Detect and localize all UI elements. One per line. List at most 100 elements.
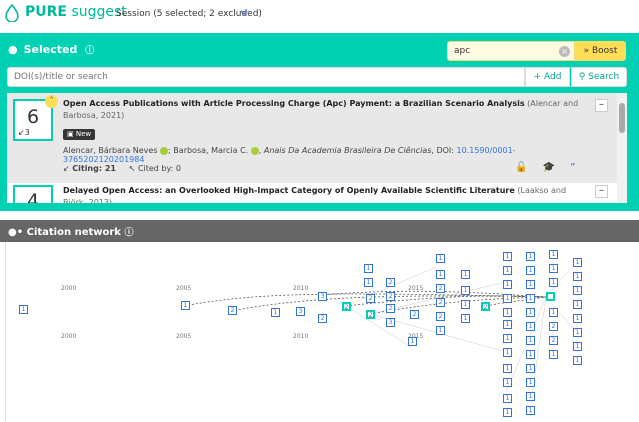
network-node[interactable]: 1 (573, 314, 582, 323)
network-node[interactable]: 2 (481, 302, 490, 311)
app-title: PURE suggest (25, 4, 127, 20)
network-node[interactable]: 1 (503, 334, 512, 343)
network-node[interactable]: 2 (342, 302, 351, 311)
network-node[interactable]: 2 (386, 278, 395, 287)
doi-search-input[interactable] (7, 67, 525, 87)
network-node[interactable]: 1 (503, 394, 512, 403)
network-node[interactable]: 1 (573, 258, 582, 267)
network-heading: ●• Citation network ⓘ (8, 225, 133, 238)
network-node[interactable]: 2 (549, 336, 558, 345)
orcid-icon[interactable] (250, 146, 259, 155)
network-node[interactable]: 1 (364, 278, 373, 287)
network-node[interactable]: 1 (271, 308, 280, 317)
network-node[interactable]: 2 (318, 314, 327, 323)
boost-button[interactable]: » Boost (575, 41, 626, 61)
network-node[interactable]: 1 (526, 294, 535, 303)
score-box: 4 (13, 185, 53, 203)
network-node[interactable]: 1 (549, 264, 558, 273)
network-node[interactable]: 1 (19, 305, 28, 314)
scrollbar[interactable] (617, 93, 627, 203)
network-node[interactable]: 1 (503, 378, 512, 387)
network-node[interactable]: 1 (503, 408, 512, 417)
network-node[interactable]: 1 (408, 337, 417, 346)
network-node[interactable]: 1 (526, 322, 535, 331)
author-2: Barbosa, Marcia C. (173, 146, 249, 155)
network-node[interactable]: 1 (461, 270, 470, 279)
network-node[interactable] (546, 292, 555, 301)
network-node[interactable]: 1 (526, 406, 535, 415)
quote-icon[interactable]: ” (570, 162, 575, 173)
open-access-icon[interactable]: 🔓 (515, 162, 527, 173)
chevron-down-icon[interactable] (240, 10, 248, 16)
publication-title[interactable]: Open Access Publications with Article Pr… (63, 98, 583, 122)
network-node[interactable]: 2 (386, 292, 395, 301)
network-node[interactable]: 1 (503, 308, 512, 317)
network-node[interactable]: 1 (181, 301, 190, 310)
info-icon[interactable]: ⓘ (124, 228, 133, 238)
network-node[interactable]: 1 (503, 348, 512, 357)
network-node[interactable]: 1 (526, 308, 535, 317)
network-node[interactable]: 1 (549, 278, 558, 287)
search-icon: ⚲ (578, 72, 586, 82)
network-node[interactable]: 1 (549, 350, 558, 359)
boost-input[interactable] (447, 41, 575, 61)
network-node[interactable]: 1 (503, 294, 512, 303)
network-node[interactable]: 2 (366, 294, 375, 303)
network-node[interactable]: 2 (366, 310, 375, 319)
add-button[interactable]: + Add (525, 67, 570, 87)
network-node[interactable]: 3 (318, 292, 327, 301)
publication-item[interactable]: 4 Delayed Open Access: an Overlooked Hig… (7, 185, 617, 203)
info-icon[interactable]: ⓘ (85, 46, 94, 56)
add-label: Add (543, 72, 562, 82)
network-node[interactable]: 2 (436, 298, 445, 307)
network-node[interactable]: 1 (461, 300, 470, 309)
network-node[interactable]: 1 (549, 308, 558, 317)
orcid-icon[interactable] (160, 146, 169, 155)
network-node[interactable]: 1 (573, 342, 582, 351)
network-node[interactable]: 2 (228, 306, 237, 315)
network-node[interactable]: 1 (461, 314, 470, 323)
network-node[interactable]: 1 (573, 286, 582, 295)
collapse-button[interactable]: – (595, 99, 608, 112)
network-node[interactable]: 2 (436, 284, 445, 293)
network-node[interactable]: 2 (436, 312, 445, 321)
network-node[interactable]: 1 (436, 326, 445, 335)
network-node[interactable]: 1 (461, 286, 470, 295)
network-node[interactable]: 1 (364, 264, 373, 273)
network-node[interactable]: 1 (573, 300, 582, 309)
network-node[interactable]: 1 (526, 392, 535, 401)
network-node[interactable]: 1 (526, 336, 535, 345)
network-node[interactable]: 1 (573, 272, 582, 281)
network-node[interactable]: 3 (386, 318, 395, 327)
network-node[interactable]: 1 (526, 280, 535, 289)
network-node[interactable]: 2 (410, 310, 419, 319)
network-node[interactable]: 1 (526, 350, 535, 359)
collapse-button[interactable]: – (595, 185, 608, 198)
network-node[interactable]: 2 (549, 322, 558, 331)
network-node[interactable]: 2 (386, 304, 395, 313)
network-node[interactable]: 1 (503, 280, 512, 289)
network-node[interactable]: 1 (526, 252, 535, 261)
network-node[interactable]: 1 (549, 250, 558, 259)
clear-icon[interactable]: × (559, 46, 570, 57)
network-canvas[interactable]: 2000 2005 2010 2015 2000 2005 2010 2015 … (5, 242, 635, 422)
network-node[interactable]: 1 (526, 266, 535, 275)
network-node[interactable]: 1 (436, 254, 445, 263)
citing-count: Citing: 21 (72, 164, 116, 173)
scholar-icon[interactable]: 🎓 (543, 162, 555, 173)
network-node[interactable]: 1 (503, 364, 512, 373)
network-node[interactable]: 1 (503, 320, 512, 329)
network-node[interactable]: 3 (296, 307, 305, 316)
network-node[interactable]: 1 (503, 266, 512, 275)
network-node[interactable]: 1 (573, 328, 582, 337)
boost-chevrons-icon: » (583, 46, 590, 56)
network-node[interactable]: 1 (573, 356, 582, 365)
network-node[interactable]: 1 (503, 252, 512, 261)
search-button[interactable]: ⚲ Search (571, 67, 627, 87)
network-node[interactable]: 1 (436, 270, 445, 279)
publication-item[interactable]: 6 ↙3 ˄ Open Access Publications with Art… (7, 93, 617, 183)
network-node[interactable]: 1 (526, 364, 535, 373)
scroll-thumb[interactable] (619, 103, 625, 133)
network-node[interactable]: 1 (526, 378, 535, 387)
publication-title[interactable]: Delayed Open Access: an Overlooked High-… (63, 185, 583, 203)
